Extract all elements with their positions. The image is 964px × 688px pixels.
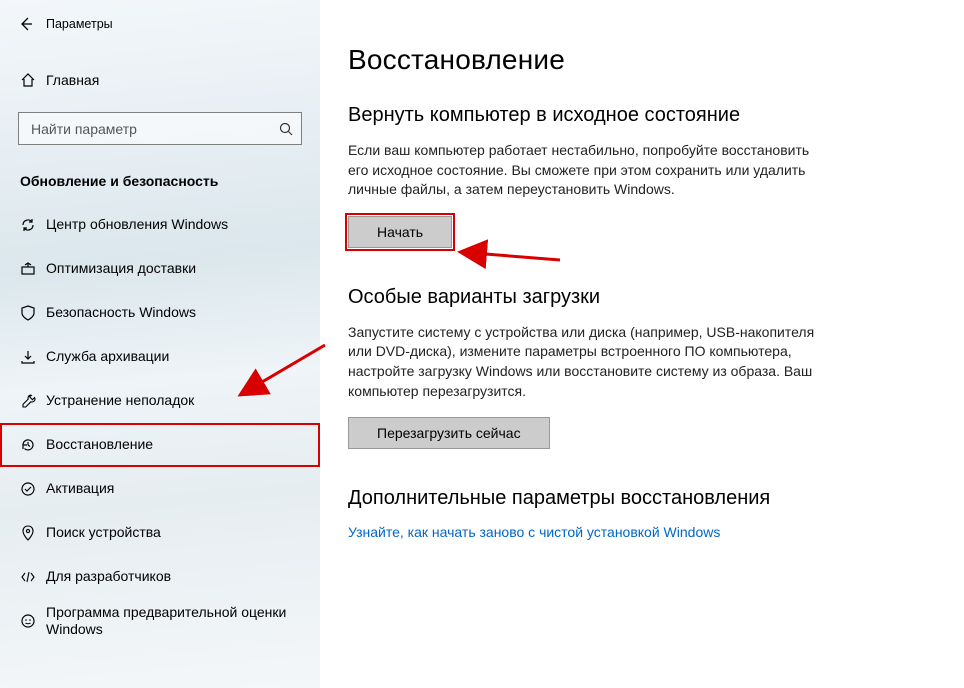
developer-icon	[20, 569, 46, 585]
sidebar-item-label: Активация	[46, 480, 114, 498]
fresh-start-link[interactable]: Узнайте, как начать заново с чистой уста…	[348, 524, 720, 540]
more-recovery-section: Дополнительные параметры восстановления …	[348, 487, 936, 540]
search-input[interactable]	[29, 120, 277, 138]
sidebar-item-windows-security[interactable]: Безопасность Windows	[0, 291, 320, 335]
restart-now-button[interactable]: Перезагрузить сейчас	[348, 417, 550, 449]
sidebar-item-label: Служба архивации	[46, 348, 169, 366]
main-content: Восстановление Вернуть компьютер в исход…	[320, 0, 964, 688]
troubleshoot-icon	[20, 393, 46, 409]
advanced-startup-title: Особые варианты загрузки	[348, 286, 936, 309]
sidebar-item-windows-insider[interactable]: Программа предварительной оценки Windows	[0, 599, 320, 643]
window-title: Параметры	[46, 17, 113, 31]
reset-pc-title: Вернуть компьютер в исходное состояние	[348, 104, 936, 127]
sidebar-item-label: Поиск устройства	[46, 524, 161, 542]
titlebar: Параметры	[0, 8, 320, 40]
reset-pc-start-button[interactable]: Начать	[348, 216, 452, 248]
sidebar-item-find-my-device[interactable]: Поиск устройства	[0, 511, 320, 555]
sidebar-item-label: Для разработчиков	[46, 568, 171, 586]
recovery-icon	[20, 437, 46, 453]
page-title: Восстановление	[348, 44, 936, 76]
search-box[interactable]	[18, 112, 302, 145]
sidebar-item-recovery[interactable]: Восстановление	[0, 423, 320, 467]
sidebar-item-backup[interactable]: Служба архивации	[0, 335, 320, 379]
arrow-left-icon	[18, 16, 34, 32]
shield-icon	[20, 305, 46, 321]
sidebar-item-for-developers[interactable]: Для разработчиков	[0, 555, 320, 599]
sidebar-item-label: Оптимизация доставки	[46, 260, 196, 278]
home-icon	[20, 72, 46, 88]
sidebar-item-label: Программа предварительной оценки Windows	[46, 604, 308, 639]
backup-icon	[20, 349, 46, 365]
sync-icon	[20, 217, 46, 233]
search-icon	[277, 120, 295, 138]
sidebar-item-delivery-optimization[interactable]: Оптимизация доставки	[0, 247, 320, 291]
sidebar: Параметры Главная Обновление и безопасно…	[0, 0, 320, 688]
sidebar-item-troubleshoot[interactable]: Устранение неполадок	[0, 379, 320, 423]
sidebar-item-label: Устранение неполадок	[46, 392, 194, 410]
activation-icon	[20, 481, 46, 497]
insider-icon	[20, 613, 46, 629]
find-device-icon	[20, 525, 46, 541]
more-recovery-title: Дополнительные параметры восстановления	[348, 487, 936, 510]
sidebar-group-title: Обновление и безопасность	[20, 173, 320, 189]
reset-pc-section: Вернуть компьютер в исходное состояние Е…	[348, 104, 936, 248]
reset-pc-body: Если ваш компьютер работает нестабильно,…	[348, 141, 818, 200]
sidebar-item-activation[interactable]: Активация	[0, 467, 320, 511]
sidebar-item-label: Центр обновления Windows	[46, 216, 228, 234]
sidebar-item-label: Восстановление	[46, 436, 153, 454]
advanced-startup-section: Особые варианты загрузки Запустите систе…	[348, 286, 936, 449]
home-label: Главная	[46, 72, 99, 88]
sidebar-item-windows-update[interactable]: Центр обновления Windows	[0, 203, 320, 247]
back-button[interactable]	[6, 8, 46, 40]
sidebar-nav: Центр обновления Windows Оптимизация дос…	[0, 203, 320, 643]
home-button[interactable]: Главная	[0, 60, 320, 100]
sidebar-item-label: Безопасность Windows	[46, 304, 196, 322]
delivery-icon	[20, 261, 46, 277]
advanced-startup-body: Запустите систему с устройства или диска…	[348, 323, 818, 401]
